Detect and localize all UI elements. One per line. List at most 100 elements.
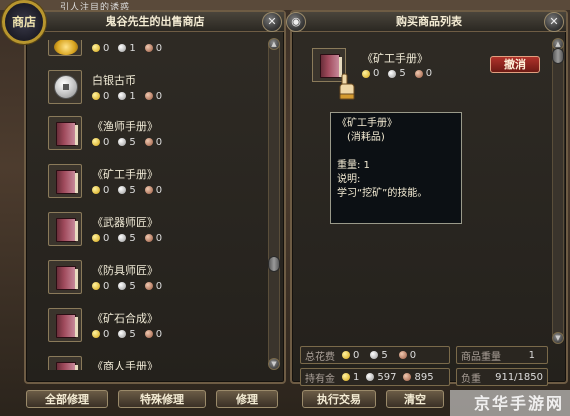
price-copper: 0 [155, 90, 163, 102]
tooltip-item-name: 《矿工手册》 [337, 118, 397, 129]
load-label: 负重 [461, 373, 481, 385]
tooltip-spacer [337, 145, 455, 159]
item-tooltip: 《矿工手册》 (消耗品) 重量: 1 说明: 学习“挖矿”的技能。 [330, 112, 462, 224]
gold-coin-icon [342, 373, 350, 381]
item-slot[interactable] [48, 164, 82, 198]
item-price: 0 5 0 [92, 136, 168, 148]
scroll-up-icon[interactable]: ▲ [268, 38, 280, 50]
load-box: 负重 911/1850 [456, 368, 548, 386]
cart-close-button[interactable]: ✕ [544, 12, 564, 32]
price-copper: 0 [155, 136, 163, 148]
owned-silver: 597 [377, 371, 397, 383]
price-copper: 0 [155, 328, 163, 340]
copper-coin-icon [398, 351, 407, 359]
silver-coin-icon [366, 373, 375, 381]
shop-item-row[interactable]: 《商人手册》 [42, 352, 268, 370]
book-icon [56, 266, 78, 290]
scroll-down-icon[interactable]: ▼ [268, 358, 280, 370]
cart-settings-button[interactable]: ◉ [286, 12, 306, 32]
copper-coin-icon [144, 44, 153, 52]
silver-coin-icon [388, 69, 397, 78]
price-silver: 1 [129, 42, 136, 54]
shop-item-row[interactable]: 《渔师手册》 0 5 0 [42, 112, 268, 158]
shop-scrollbar[interactable] [268, 40, 280, 366]
scroll-thumb[interactable] [552, 48, 564, 64]
shop-item-row[interactable]: 0 1 0 [42, 40, 268, 64]
gold-coin-icon [342, 351, 350, 359]
item-name: 《矿工手册》 [92, 168, 158, 181]
clear-button[interactable]: 清空 [386, 390, 444, 408]
item-slot[interactable] [48, 116, 82, 150]
price-gold: 0 [103, 328, 110, 340]
price-gold: 0 [103, 90, 110, 102]
shop-item-row[interactable]: 《矿工手册》 0 5 0 [42, 160, 268, 206]
book-icon [56, 314, 78, 338]
item-price: 0 5 0 [92, 232, 168, 244]
total-gold: 0 [353, 349, 360, 361]
gold-coin-icon [92, 138, 100, 146]
copper-coin-icon [403, 373, 412, 381]
silver-coin-icon [118, 92, 127, 100]
price-silver: 1 [129, 90, 136, 102]
scroll-thumb[interactable] [268, 256, 280, 272]
gold-coin-icon [92, 234, 100, 242]
cancel-button[interactable]: 撤消 [490, 56, 540, 73]
gold-coin-icon [92, 92, 100, 100]
gold-ingot-icon [54, 40, 78, 55]
book-icon [56, 122, 78, 146]
price-silver: 5 [129, 328, 136, 340]
execute-trade-button[interactable]: 执行交易 [302, 390, 376, 408]
price-silver: 5 [129, 280, 136, 292]
repair-all-button[interactable]: 全部修理 [26, 390, 108, 408]
item-slot[interactable] [48, 40, 82, 56]
cart-item-name: 《矿工手册》 [362, 52, 428, 65]
price-silver: 5 [129, 136, 136, 148]
book-icon [56, 170, 78, 194]
owned-copper: 895 [414, 371, 434, 383]
item-slot[interactable] [48, 260, 82, 294]
item-name: 《防具师匠》 [92, 264, 158, 277]
silver-coin-icon [118, 282, 127, 290]
shop-item-row[interactable]: 《防具师匠》 0 5 0 [42, 256, 268, 302]
copper-coin-icon [144, 138, 153, 146]
item-slot[interactable] [48, 70, 82, 104]
special-repair-button[interactable]: 特殊修理 [118, 390, 206, 408]
tooltip-desc-label: 说明: [337, 174, 361, 185]
scroll-down-icon[interactable]: ▼ [552, 332, 564, 344]
cart-title: 购买商品列表 [292, 12, 566, 32]
total-cost-box: 总花费 0 5 0 [300, 346, 450, 364]
price-gold: 0 [103, 184, 110, 196]
cart-item-price: 0 5 0 [362, 68, 432, 79]
shop-item-row[interactable]: 《矿石合成》 0 5 0 [42, 304, 268, 350]
price-copper: 0 [155, 42, 163, 54]
gold-coin-icon [92, 282, 100, 290]
price-copper: 0 [155, 280, 163, 292]
price-gold: 0 [103, 280, 110, 292]
goods-weight-label: 商品重量 [461, 351, 501, 363]
cart-panel: 购买商品列表 ◉ ✕ 《矿工手册》 0 5 0 撤消 《矿工手册》 (消耗品) … [286, 10, 568, 386]
item-price: 0 1 0 [92, 90, 168, 102]
copper-coin-icon [144, 92, 153, 100]
goods-weight-box: 商品重量 1 [456, 346, 548, 364]
shop-item-row[interactable]: 《武器师匠》 0 5 0 [42, 208, 268, 254]
item-slot[interactable] [48, 212, 82, 246]
item-slot[interactable] [48, 356, 82, 370]
shop-close-button[interactable]: ✕ [262, 12, 282, 32]
silver-coin-icon [118, 186, 127, 194]
owned-gold-label: 持有金 [305, 373, 335, 385]
shop-emblem: 商店 [2, 0, 46, 44]
cart-scrollbar[interactable] [552, 40, 564, 340]
copper-coin-icon [144, 234, 153, 242]
shop-item-row[interactable]: 白银古币 0 1 0 [42, 66, 268, 112]
price-silver: 5 [129, 184, 136, 196]
item-name: 白银古币 [92, 74, 136, 87]
repair-button[interactable]: 修理 [216, 390, 278, 408]
load-value: 911/1850 [495, 371, 543, 383]
gold-coin-icon [92, 186, 100, 194]
item-price: 0 1 0 [92, 42, 168, 54]
silver-coin-icon [118, 330, 127, 338]
price-copper: 0 [155, 232, 163, 244]
item-slot[interactable] [48, 308, 82, 342]
silver-coin-icon [370, 351, 379, 359]
copper-coin-icon [144, 186, 153, 194]
